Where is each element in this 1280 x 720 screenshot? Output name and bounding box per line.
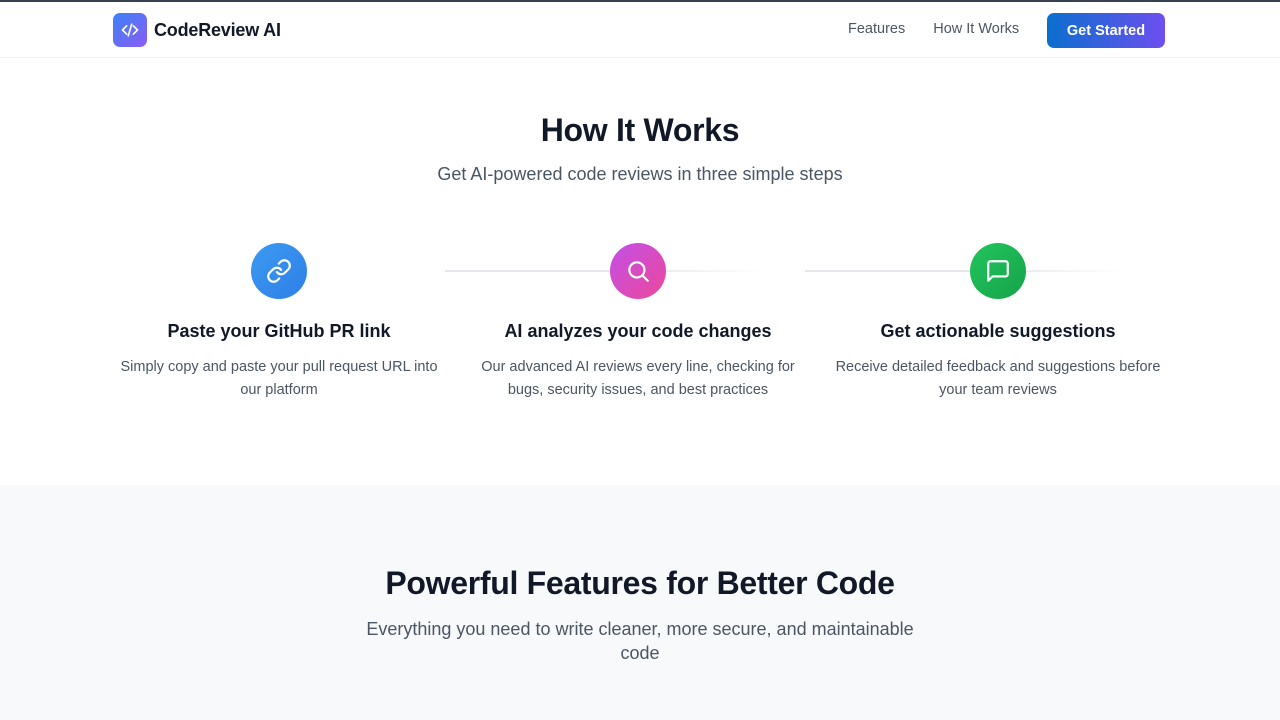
step-title: Get actionable suggestions	[880, 321, 1116, 341]
chat-icon	[970, 243, 1026, 299]
brand[interactable]: CodeReview AI	[113, 13, 281, 47]
how-it-works-subtitle: Get AI-powered code reviews in three sim…	[437, 164, 843, 184]
nav-links: Features How It Works	[848, 21, 1019, 37]
features-section	[0, 485, 1280, 720]
search-icon	[610, 243, 666, 299]
nav-link-features[interactable]: Features	[848, 21, 905, 37]
features-subtitle-wrap: Everything you need to write cleaner, mo…	[0, 617, 1280, 665]
step-description: Our advanced AI reviews every line, chec…	[481, 359, 795, 398]
features-subtitle: Everything you need to write cleaner, mo…	[366, 619, 914, 663]
step-title: AI analyzes your code changes	[504, 321, 772, 341]
link-icon	[251, 243, 307, 299]
features-title: Powerful Features for Better Code	[385, 565, 895, 601]
step-3: Get actionable suggestions Receive detai…	[828, 243, 1168, 402]
step-description: Receive detailed feedback and suggestion…	[835, 359, 1161, 398]
step-1: Paste your GitHub PR link Simply copy an…	[109, 243, 449, 402]
step-description: Simply copy and paste your pull request …	[120, 359, 438, 398]
step-title: Paste your GitHub PR link	[167, 321, 391, 341]
step-2: AI analyzes your code changes Our advanc…	[468, 243, 808, 402]
get-started-button[interactable]: Get Started	[1047, 13, 1165, 48]
nav-link-how-it-works[interactable]: How It Works	[933, 21, 1019, 37]
how-it-works-title: How It Works	[540, 112, 740, 148]
brand-name: CodeReview AI	[154, 19, 281, 40]
navbar: CodeReview AI Features How It Works Get …	[0, 2, 1280, 58]
code-brackets-icon	[113, 13, 147, 47]
